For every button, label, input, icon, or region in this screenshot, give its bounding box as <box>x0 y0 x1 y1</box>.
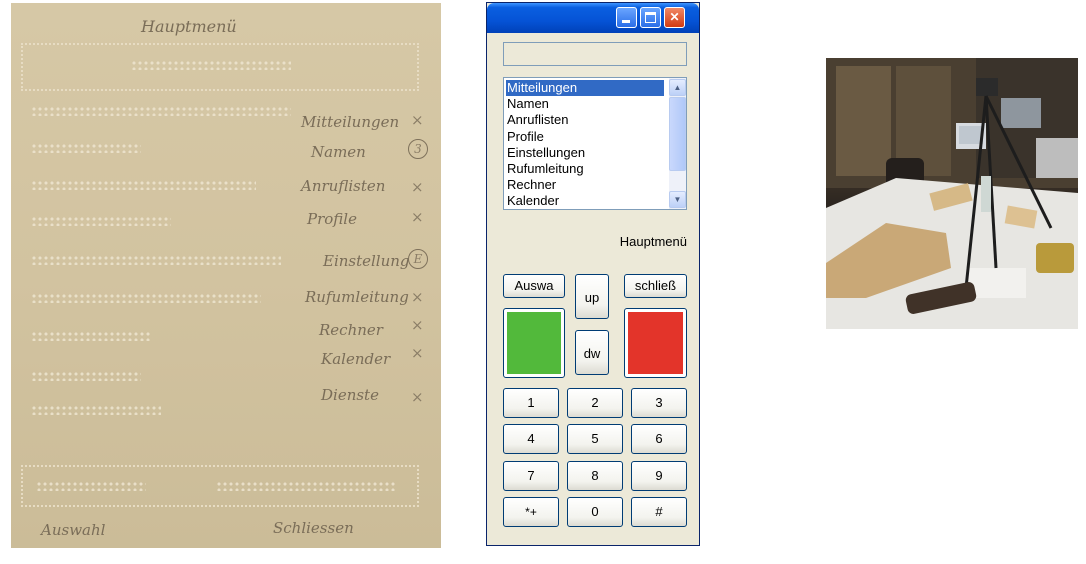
minimize-icon <box>622 20 630 23</box>
maximize-button[interactable] <box>640 7 661 28</box>
braille-line <box>31 216 171 226</box>
braille-line <box>31 255 281 265</box>
paper-menu-item: Mitteilungen <box>301 113 400 131</box>
paper-mark: × <box>411 388 424 406</box>
keypad-key-9[interactable]: 9 <box>631 461 687 491</box>
paper-menu-item: Rechner <box>319 321 383 339</box>
keypad-key-5[interactable]: 5 <box>567 424 623 454</box>
paper-menu-item: Einstellung <box>323 252 410 270</box>
reject-color-swatch <box>628 312 683 374</box>
braille-paper-photo: Hauptmenü Mitteilungen Namen Anruflisten… <box>11 3 441 548</box>
list-item[interactable]: Kalender <box>506 193 664 209</box>
display-field <box>503 42 687 66</box>
list-item[interactable]: Profile <box>506 129 664 145</box>
list-item[interactable]: Rufumleitung <box>506 161 664 177</box>
phone-menu-window: ✕ Mitteilungen Namen Anruflisten Profile… <box>486 2 700 546</box>
select-button[interactable]: Auswa <box>503 274 565 298</box>
braille-line <box>31 143 141 153</box>
close-window-button[interactable]: ✕ <box>664 7 685 28</box>
maximize-icon <box>645 12 656 23</box>
minimize-button[interactable] <box>616 7 637 28</box>
paper-footer-left: Auswahl <box>41 521 106 539</box>
list-item[interactable]: Einstellungen <box>506 145 664 161</box>
accept-call-button[interactable] <box>503 308 565 378</box>
list-item[interactable]: Anruflisten <box>506 112 664 128</box>
paper-menu-item: Kalender <box>321 350 391 368</box>
down-button[interactable]: dw <box>575 330 609 375</box>
paper-menu-item: Rufumleitung <box>305 288 409 306</box>
paper-mark: × <box>411 316 424 334</box>
close-icon: ✕ <box>669 10 680 24</box>
keypad-key-2[interactable]: 2 <box>567 388 623 418</box>
paper-mark: 3 <box>408 139 428 159</box>
keypad-key-star-plus[interactable]: *+ <box>503 497 559 527</box>
paper-mark: × <box>411 178 424 196</box>
chevron-down-icon: ▼ <box>673 195 682 204</box>
scroll-thumb[interactable] <box>669 97 686 171</box>
keypad-key-7[interactable]: 7 <box>503 461 559 491</box>
paper-menu-item: Anruflisten <box>301 177 386 195</box>
chevron-up-icon: ▲ <box>673 83 682 92</box>
paper-menu-item: Namen <box>311 143 366 161</box>
scroll-down-button[interactable]: ▼ <box>669 191 686 208</box>
lab-setup-photo <box>826 58 1078 329</box>
paper-title: Hauptmenü <box>141 17 237 36</box>
paper-mark: × <box>411 344 424 362</box>
keypad-key-4[interactable]: 4 <box>503 424 559 454</box>
paper-mark: E <box>408 249 428 269</box>
keypad-key-0[interactable]: 0 <box>567 497 623 527</box>
paper-footer-braille <box>36 481 146 491</box>
reject-call-button[interactable] <box>624 308 687 378</box>
paper-mark: × <box>411 208 424 226</box>
window-titlebar[interactable]: ✕ <box>487 3 699 33</box>
up-button[interactable]: up <box>575 274 609 319</box>
paper-mark: × <box>411 288 424 306</box>
list-item[interactable]: Rechner <box>506 177 664 193</box>
list-scrollbar[interactable]: ▲ ▼ <box>669 78 686 209</box>
lab-photo-illustration <box>826 58 1078 329</box>
list-item[interactable]: Mitteilungen <box>506 80 664 97</box>
braille-line <box>31 180 256 190</box>
keypad-key-3[interactable]: 3 <box>631 388 687 418</box>
keypad-key-hash[interactable]: # <box>631 497 687 527</box>
scroll-up-button[interactable]: ▲ <box>669 79 686 96</box>
accept-color-swatch <box>507 312 561 374</box>
braille-line <box>31 106 291 116</box>
keypad-key-8[interactable]: 8 <box>567 461 623 491</box>
braille-line <box>31 405 161 415</box>
keypad-key-1[interactable]: 1 <box>503 388 559 418</box>
paper-footer-right: Schliessen <box>273 519 354 537</box>
paper-header-braille <box>131 60 291 70</box>
keypad-key-6[interactable]: 6 <box>631 424 687 454</box>
close-button[interactable]: schließ <box>624 274 687 298</box>
braille-line <box>31 371 141 381</box>
paper-menu-item: Profile <box>307 210 357 228</box>
paper-footer-braille <box>216 481 396 491</box>
braille-line <box>31 331 151 341</box>
status-label: Hauptmenü <box>619 234 687 249</box>
list-item[interactable]: Namen <box>506 96 664 112</box>
menu-list: Mitteilungen Namen Anruflisten Profile E… <box>504 78 664 210</box>
menu-listbox[interactable]: Mitteilungen Namen Anruflisten Profile E… <box>503 77 687 210</box>
braille-line <box>31 293 261 303</box>
paper-menu-item: Dienste <box>321 386 379 404</box>
paper-mark: × <box>411 111 424 129</box>
